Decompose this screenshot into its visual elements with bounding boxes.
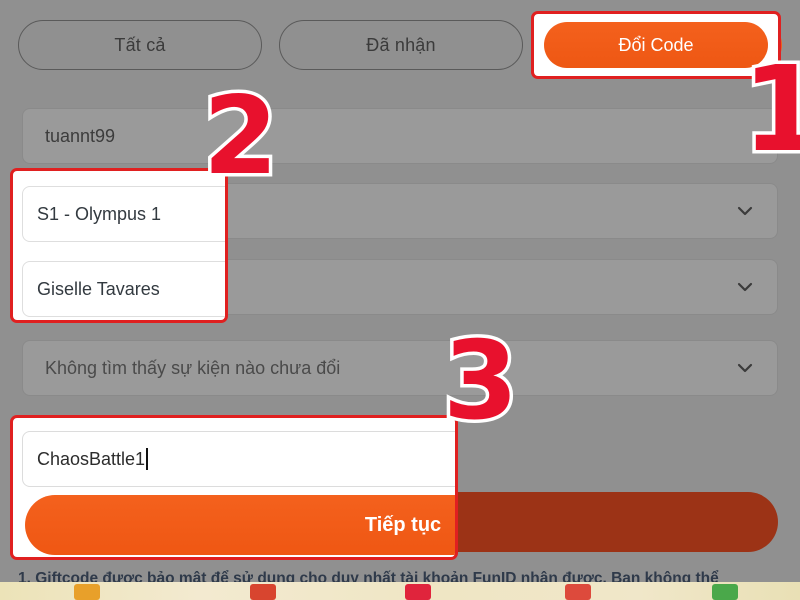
giftcode-input[interactable]: ChaosBattle1 xyxy=(22,431,455,487)
tab-tat-ca[interactable]: Tất cả xyxy=(18,20,262,70)
tab-tat-ca-label: Tất cả xyxy=(114,34,166,55)
continue-button-label: Tiếp tục xyxy=(364,513,442,536)
item-heart-icon xyxy=(405,584,431,600)
username-field[interactable]: tuannt99 xyxy=(22,108,778,164)
tab-da-nhan[interactable]: Đã nhận xyxy=(279,20,523,70)
highlight-panel-selects: S1 - Olympus 1 Giselle Tavares xyxy=(10,168,228,323)
item-scroll-icon xyxy=(250,584,276,600)
chevron-down-icon xyxy=(735,277,755,297)
giftcode-input-value: ChaosBattle1 xyxy=(37,448,146,469)
step-marker-3: 3 xyxy=(439,319,521,444)
highlight-panel-giftcode: ChaosBattle1 Tiếp tục xyxy=(10,415,458,560)
tab-da-nhan-label: Đã nhận xyxy=(366,34,436,55)
step-marker-2: 2 xyxy=(199,74,281,199)
server-select-highlighted[interactable]: S1 - Olympus 1 xyxy=(22,186,225,242)
event-select-value: Không tìm thấy sự kiện nào chưa đổi xyxy=(45,357,341,378)
item-gem-icon xyxy=(712,584,738,600)
event-select[interactable]: Không tìm thấy sự kiện nào chưa đổi xyxy=(22,340,778,396)
character-select-highlighted[interactable]: Giselle Tavares xyxy=(22,261,225,317)
chevron-down-icon xyxy=(735,358,755,378)
item-potion-icon xyxy=(565,584,591,600)
server-select-highlighted-value: S1 - Olympus 1 xyxy=(37,203,162,224)
bottom-item-strip xyxy=(0,582,800,600)
username-value: tuannt99 xyxy=(45,125,116,146)
text-caret xyxy=(146,448,149,470)
tab-doi-code-highlighted-label: Đổi Code xyxy=(618,34,694,55)
step-marker-1: 1 xyxy=(738,40,800,178)
item-bow-icon xyxy=(74,584,100,600)
character-select-highlighted-value: Giselle Tavares xyxy=(37,278,160,299)
chevron-down-icon xyxy=(735,201,755,221)
tab-doi-code-highlighted[interactable]: Đổi Code xyxy=(544,22,768,68)
continue-button[interactable]: Tiếp tục xyxy=(25,495,455,555)
